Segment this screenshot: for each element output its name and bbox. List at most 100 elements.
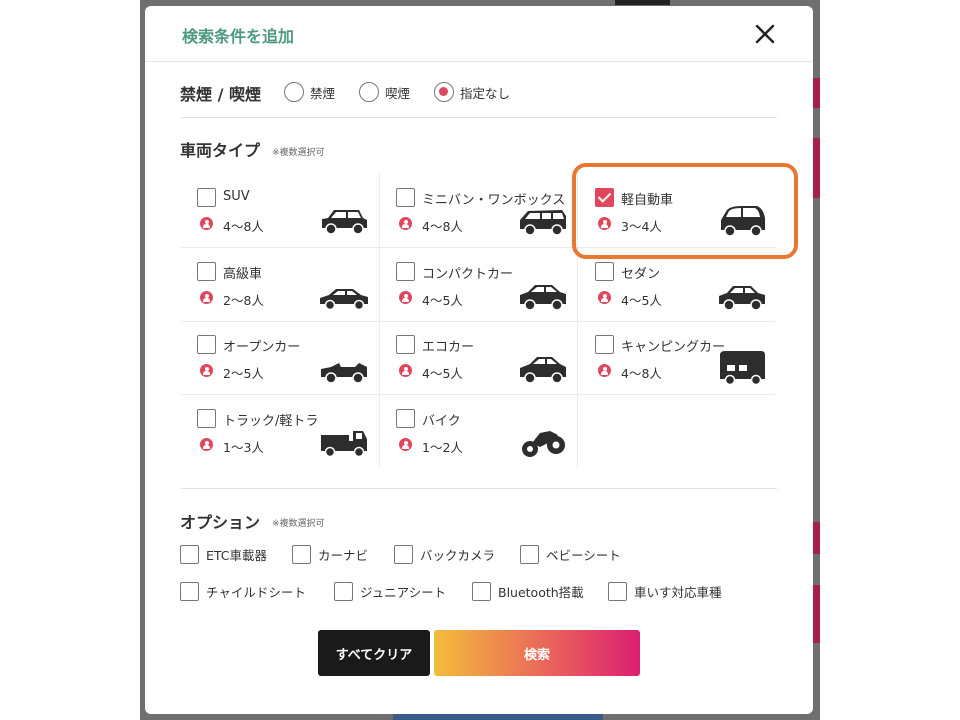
option-label: ETC車載器	[206, 547, 268, 563]
background-element	[812, 78, 820, 108]
option-bluetooth[interactable]: Bluetooth搭載	[472, 581, 584, 601]
checkbox[interactable]	[396, 188, 415, 207]
background-element	[812, 585, 820, 643]
option-back-camera[interactable]: バックカメラ	[394, 544, 495, 564]
option-baby-seat[interactable]: ベビーシート	[520, 544, 621, 564]
checkbox[interactable]	[396, 335, 415, 354]
highlight-annotation	[572, 163, 798, 259]
radio-smoking[interactable]: 喫煙	[359, 82, 410, 102]
checkbox[interactable]	[292, 544, 311, 564]
person-icon	[200, 291, 213, 304]
checkbox[interactable]	[472, 581, 491, 601]
vehicle-type-label: 車両タイプ	[180, 141, 261, 160]
suv-icon	[322, 210, 367, 235]
checkbox[interactable]	[396, 262, 415, 281]
eco-car-icon	[520, 357, 566, 384]
checkbox[interactable]	[180, 581, 199, 601]
vehicle-capacity: 4〜5人	[621, 293, 662, 308]
option-wheelchair[interactable]: 車いす対応車種	[608, 581, 722, 601]
checkbox[interactable]	[197, 335, 216, 354]
vehicle-option-camper[interactable]: キャンピングカー 4〜8人	[595, 335, 785, 405]
option-label: バックカメラ	[420, 547, 496, 563]
search-button[interactable]: 検索	[434, 630, 640, 676]
vehicle-option-compact[interactable]: コンパクトカー 4〜5人	[396, 262, 586, 332]
background-element	[615, 0, 670, 5]
checkbox[interactable]	[197, 188, 216, 207]
truck-icon	[321, 431, 367, 458]
radio-circle[interactable]	[359, 82, 379, 102]
checkbox[interactable]	[608, 581, 627, 601]
option-label: カーナビ	[318, 547, 369, 563]
sedan-icon	[719, 286, 765, 311]
option-label: ジュニアシート	[360, 584, 447, 600]
vehicle-option-convertible[interactable]: オープンカー 2〜5人	[197, 335, 387, 405]
option-car-navi[interactable]: カーナビ	[292, 544, 368, 564]
checkbox[interactable]	[595, 262, 614, 281]
option-etc[interactable]: ETC車載器	[180, 544, 267, 564]
checkbox[interactable]	[396, 409, 415, 428]
luxury-car-icon	[320, 289, 368, 311]
radio-label: 指定なし	[460, 85, 511, 101]
person-icon	[399, 291, 412, 304]
checkbox[interactable]	[197, 262, 216, 281]
checkbox[interactable]	[180, 544, 199, 564]
person-icon	[598, 291, 611, 304]
radio-unspecified[interactable]: 指定なし	[434, 82, 510, 102]
option-label: ベビーシート	[546, 547, 621, 563]
vehicle-capacity: 4〜8人	[223, 219, 264, 234]
option-junior-seat[interactable]: ジュニアシート	[334, 581, 446, 601]
person-icon	[399, 364, 412, 377]
vehicle-option-minivan[interactable]: ミニバン・ワンボックス 4〜8人	[396, 188, 586, 258]
vehicle-name: セダン	[621, 267, 661, 282]
smoking-label: 禁煙 / 喫煙	[180, 85, 261, 104]
clear-all-button[interactable]: すべてクリア	[318, 630, 430, 676]
vehicle-capacity: 4〜8人	[621, 366, 662, 381]
person-icon	[399, 217, 412, 230]
background-element	[393, 714, 603, 720]
person-icon	[200, 364, 213, 377]
vehicle-name: SUV	[223, 189, 250, 204]
vehicle-option-eco[interactable]: エコカー 4〜5人	[396, 335, 586, 405]
checkbox[interactable]	[197, 409, 216, 428]
vehicle-name: エコカー	[422, 340, 475, 355]
vehicle-capacity: 1〜2人	[422, 440, 463, 455]
checkbox[interactable]	[394, 544, 413, 564]
checkbox[interactable]	[595, 335, 614, 354]
option-label: チャイルドシート	[206, 584, 306, 600]
vehicle-capacity: 2〜8人	[223, 293, 264, 308]
checkbox[interactable]	[334, 581, 353, 601]
motorcycle-icon	[522, 431, 565, 457]
option-child-seat[interactable]: チャイルドシート	[180, 581, 306, 601]
vehicle-name: キャンピングカー	[621, 340, 726, 355]
options-label: オプション	[180, 513, 261, 532]
section-divider	[181, 488, 777, 489]
vehicle-name: トラック/軽トラ	[223, 414, 319, 429]
close-icon[interactable]	[751, 20, 779, 48]
person-icon	[200, 438, 213, 451]
radio-circle[interactable]	[434, 82, 454, 102]
modal-title: 検索条件を追加	[182, 27, 295, 46]
search-conditions-modal: 検索条件を追加 禁煙 / 喫煙 禁煙 喫煙 指定なし 車両タイプ ※複数選択可 …	[145, 6, 813, 714]
vehicle-option-motorcycle[interactable]: バイク 1〜2人	[396, 409, 586, 479]
vehicle-option-suv[interactable]: SUV 4〜8人	[197, 188, 387, 258]
vehicle-capacity: 1〜3人	[223, 440, 264, 455]
radio-no-smoking[interactable]: 禁煙	[284, 82, 335, 102]
vehicle-name: 高級車	[223, 267, 263, 282]
vehicle-option-luxury[interactable]: 高級車 2〜8人	[197, 262, 387, 332]
option-label: Bluetooth搭載	[498, 584, 584, 600]
convertible-icon	[321, 363, 367, 384]
vehicle-option-sedan[interactable]: セダン 4〜5人	[595, 262, 785, 332]
option-label: 車いす対応車種	[634, 584, 722, 600]
person-icon	[200, 217, 213, 230]
vehicle-capacity: 4〜5人	[422, 366, 463, 381]
background-element	[812, 522, 820, 554]
vehicle-capacity: 2〜5人	[223, 366, 264, 381]
checkbox[interactable]	[520, 544, 539, 564]
radio-circle[interactable]	[284, 82, 304, 102]
radio-label: 喫煙	[385, 85, 411, 101]
vehicle-option-truck[interactable]: トラック/軽トラ 1〜3人	[197, 409, 387, 479]
section-divider	[181, 117, 777, 118]
minivan-icon	[520, 210, 566, 236]
radio-label: 禁煙	[310, 85, 336, 101]
vehicle-name: コンパクトカー	[422, 267, 514, 282]
